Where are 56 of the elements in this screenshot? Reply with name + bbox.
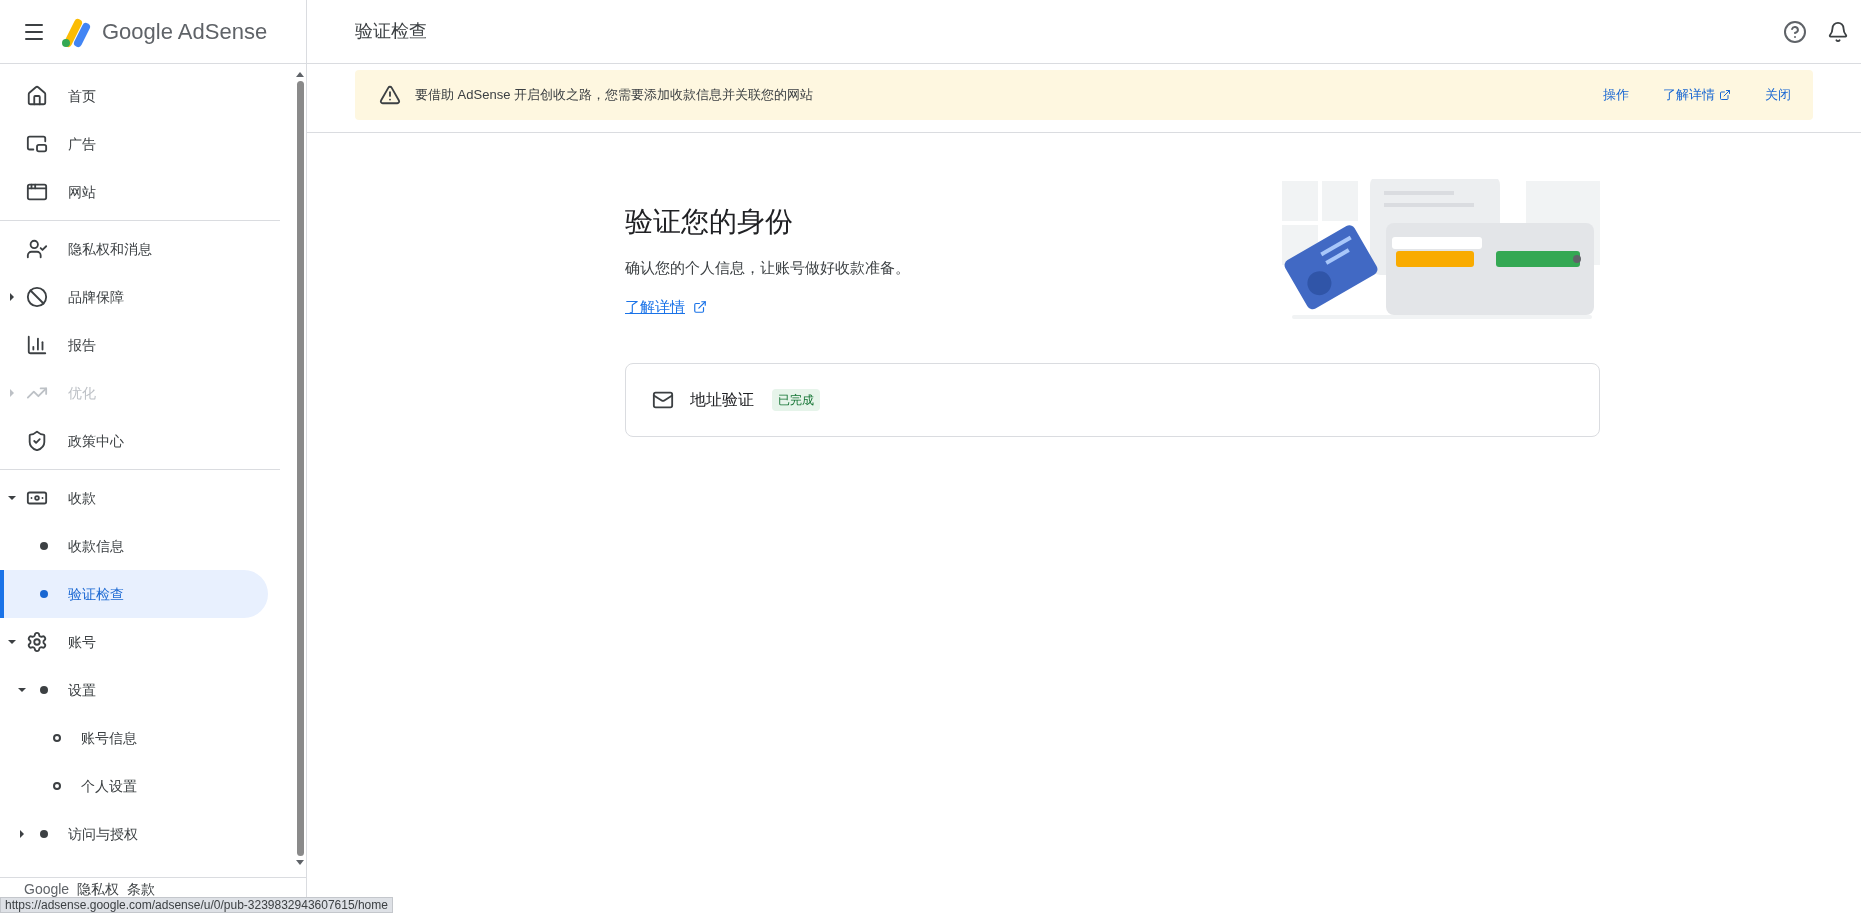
bullet-icon: [40, 830, 48, 838]
help-icon[interactable]: [1783, 19, 1807, 44]
external-link-icon: [1719, 89, 1731, 101]
footer-link[interactable]: 条款: [127, 879, 156, 900]
shield-icon: [26, 430, 48, 452]
block-icon: [26, 286, 48, 308]
mail-icon: [652, 389, 674, 411]
bullet-icon: [40, 542, 48, 550]
nav-item[interactable]: 政策中心: [0, 417, 268, 465]
nav-item[interactable]: 收款: [0, 474, 268, 522]
selection-bar: [0, 570, 4, 618]
status-tag: 已完成: [772, 389, 820, 411]
nav-item[interactable]: 访问与授权: [0, 810, 268, 858]
nav-item[interactable]: 收款信息: [0, 522, 268, 570]
page-title: 验证检查: [355, 20, 427, 43]
banner-link[interactable]: 了解详情: [1663, 85, 1731, 105]
description: 确认您的个人信息，让账号做好收款准备。: [625, 258, 910, 278]
home-icon: [26, 85, 48, 107]
warning-icon: [379, 84, 401, 106]
window-icon: [26, 181, 48, 203]
banner-message: 要借助 AdSense 开启创收之路，您需要添加收款信息并关联您的网站: [415, 86, 813, 105]
brand-name: Google AdSense: [102, 18, 268, 46]
nav-item[interactable]: 个人设置: [0, 762, 268, 810]
caret-down-icon[interactable]: [18, 686, 26, 694]
nav-item[interactable]: 验证检查: [0, 570, 268, 618]
nav-item[interactable]: 网站: [0, 168, 268, 216]
bar-chart-icon: [26, 334, 48, 356]
footer-link[interactable]: Google: [24, 879, 70, 900]
nav-item[interactable]: 广告: [0, 120, 268, 168]
nav-item[interactable]: 品牌保障: [0, 273, 268, 321]
caret-down-icon[interactable]: [8, 638, 16, 646]
caret-right-icon[interactable]: [8, 293, 16, 301]
notifications-icon[interactable]: [1827, 20, 1849, 43]
caret-right-icon[interactable]: [18, 830, 26, 838]
footer-link[interactable]: 隐私权: [77, 879, 120, 900]
page-heading: 验证您的身份: [625, 205, 794, 239]
nav-item[interactable]: 账号: [0, 618, 268, 666]
step-label: 地址验证: [690, 390, 754, 410]
nav-item[interactable]: 账号信息: [0, 714, 268, 762]
ring-bullet-icon: [53, 782, 61, 790]
gear-icon: [26, 631, 48, 653]
learn-more-link[interactable]: 了解详情: [625, 295, 707, 318]
caret-down-icon[interactable]: [8, 494, 16, 502]
ad-panel-icon: [26, 133, 48, 155]
nav-item[interactable]: 首页: [0, 72, 268, 120]
banner-link[interactable]: 操作: [1603, 85, 1629, 105]
banner-link[interactable]: 关闭: [1765, 85, 1791, 105]
nav-item[interactable]: 设置: [0, 666, 268, 714]
nav-item[interactable]: 隐私权和消息: [0, 225, 268, 273]
person-icon: [26, 238, 48, 260]
ring-bullet-icon: [53, 734, 61, 742]
external-link-icon: [693, 299, 707, 314]
nav-item[interactable]: 报告: [0, 321, 268, 369]
bullet-icon: [40, 590, 48, 598]
bullet-icon: [40, 686, 48, 694]
status-url: https://adsense.google.com/adsense/u/0/pub-3239832943607615/home: [0, 897, 393, 913]
